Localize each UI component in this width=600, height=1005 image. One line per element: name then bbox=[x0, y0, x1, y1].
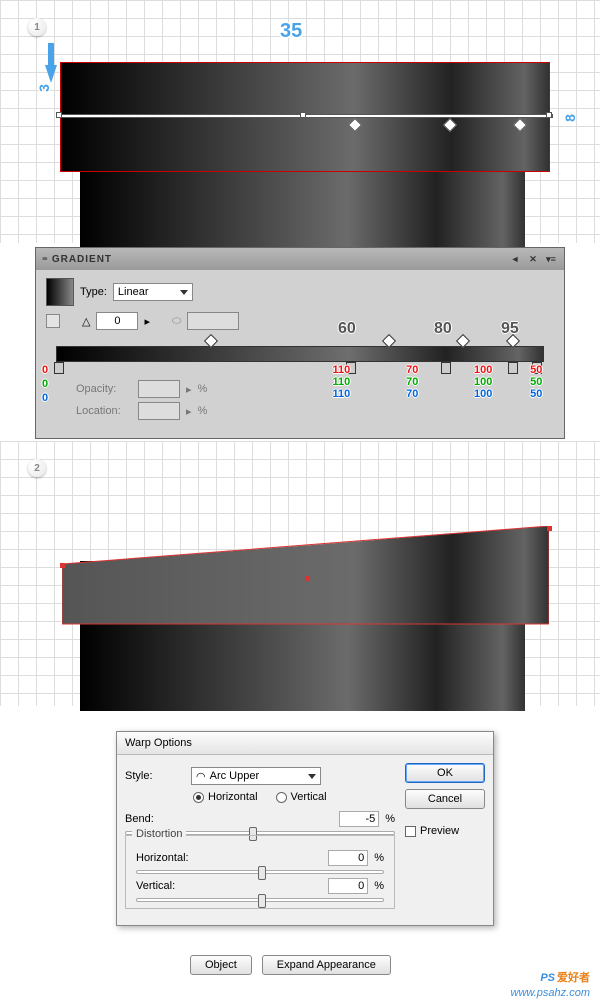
opacity-input bbox=[138, 380, 180, 398]
reverse-icon[interactable] bbox=[46, 314, 60, 328]
bend-input[interactable]: -5 bbox=[339, 811, 379, 827]
type-value: Linear bbox=[118, 286, 149, 298]
radio-icon bbox=[276, 792, 287, 803]
selection-handle[interactable] bbox=[547, 526, 552, 531]
dist-h-input[interactable]: 0 bbox=[328, 850, 368, 866]
style-label: Style: bbox=[125, 770, 185, 782]
preview-checkbox[interactable]: Preview bbox=[405, 825, 485, 837]
stop-position: 95 bbox=[501, 320, 519, 338]
aspect-icon: ⬭ bbox=[172, 315, 181, 328]
unit: % bbox=[374, 880, 384, 892]
aspect-input bbox=[187, 312, 239, 330]
angle-icon: △ bbox=[82, 315, 90, 328]
bend-label: Bend: bbox=[125, 813, 185, 825]
selection-handle[interactable] bbox=[60, 563, 65, 568]
cancel-button[interactable]: Cancel bbox=[405, 789, 485, 809]
dimension-right: 8 bbox=[562, 114, 578, 122]
dimension-height: 3 bbox=[36, 84, 52, 92]
close-icon[interactable]: ✕ bbox=[526, 252, 540, 266]
r-value: 110 bbox=[306, 364, 377, 376]
panel-header[interactable]: ▪▪ GRADIENT ◄ ✕ ▾≡ bbox=[36, 248, 564, 270]
brand-url: www.psahz.com bbox=[511, 987, 590, 999]
collapse-icon[interactable]: ◄ bbox=[508, 252, 522, 266]
type-dropdown[interactable]: Linear bbox=[113, 283, 193, 301]
b-value: 70 bbox=[377, 388, 448, 400]
preview-label: Preview bbox=[420, 825, 459, 837]
stop-position: 80 bbox=[434, 320, 452, 338]
style-dropdown[interactable]: ◠ Arc Upper bbox=[191, 767, 321, 785]
r-value: 50 bbox=[519, 364, 554, 376]
dist-v-label: Vertical: bbox=[136, 880, 196, 892]
anchor-point[interactable] bbox=[56, 112, 62, 118]
vertical-radio[interactable]: Vertical bbox=[276, 791, 327, 803]
cylinder-shape bbox=[80, 172, 525, 247]
b-value: 0 bbox=[42, 392, 48, 404]
watermark: PS爱好者 www.psahz.com bbox=[511, 964, 590, 999]
canvas-step-1: 1 35 3 8 bbox=[0, 0, 600, 245]
horizontal-radio[interactable]: Horizontal bbox=[193, 791, 258, 803]
dist-v-slider[interactable] bbox=[136, 898, 384, 902]
location-label: Location: bbox=[76, 405, 132, 417]
rgb-values-grid: 110 70 100 50 110 70 100 50 110 70 100 5… bbox=[306, 364, 554, 400]
unit: % bbox=[374, 852, 384, 864]
dist-h-slider[interactable] bbox=[136, 870, 384, 874]
distortion-group: Distortion bbox=[132, 828, 186, 840]
stop-position: 60 bbox=[338, 320, 356, 338]
dist-v-input[interactable]: 0 bbox=[328, 878, 368, 894]
radio-icon bbox=[193, 792, 204, 803]
b-value: 50 bbox=[519, 388, 554, 400]
center-point[interactable] bbox=[305, 576, 310, 581]
brand-b: 爱好者 bbox=[557, 972, 590, 984]
color-stop[interactable] bbox=[54, 362, 64, 374]
radio-label: Vertical bbox=[291, 791, 327, 803]
angle-input[interactable]: 0 bbox=[96, 312, 138, 330]
rgb-left: 0 0 0 bbox=[42, 364, 48, 404]
object-button[interactable]: Object bbox=[190, 955, 252, 975]
gradient-ramp[interactable] bbox=[56, 346, 544, 362]
expand-appearance-button[interactable]: Expand Appearance bbox=[262, 955, 391, 975]
location-input bbox=[138, 402, 180, 420]
stepper-icon[interactable]: ▸ bbox=[144, 315, 150, 328]
dialog-title[interactable]: Warp Options bbox=[117, 732, 493, 755]
unit: % bbox=[385, 813, 395, 825]
ok-button[interactable]: OK bbox=[405, 763, 485, 783]
r-value: 100 bbox=[448, 364, 519, 376]
opacity-label: Opacity: bbox=[76, 383, 132, 395]
gradient-swatch[interactable] bbox=[46, 278, 74, 306]
step-badge: 1 bbox=[28, 18, 46, 36]
unit: % bbox=[198, 405, 208, 417]
b-value: 110 bbox=[306, 388, 377, 400]
r-value: 0 bbox=[42, 364, 48, 376]
grip-icon: ▪▪ bbox=[42, 253, 46, 265]
g-value: 50 bbox=[519, 376, 554, 388]
footer-buttons: Object Expand Appearance bbox=[190, 955, 391, 975]
unit: % bbox=[198, 383, 208, 395]
g-value: 110 bbox=[306, 376, 377, 388]
g-value: 0 bbox=[42, 378, 48, 390]
warp-options-dialog: Warp Options Style: ◠ Arc Upper Horizont… bbox=[116, 731, 494, 926]
stepper-icon[interactable]: ▸ bbox=[186, 405, 192, 418]
type-label: Type: bbox=[80, 286, 107, 298]
dist-h-label: Horizontal: bbox=[136, 852, 196, 864]
arc-upper-icon: ◠ bbox=[196, 770, 206, 783]
arrow-down-icon bbox=[45, 65, 57, 83]
anchor-point[interactable] bbox=[546, 112, 552, 118]
stepper-icon[interactable]: ▸ bbox=[186, 383, 192, 396]
anchor-point[interactable] bbox=[300, 112, 306, 118]
g-value: 70 bbox=[377, 376, 448, 388]
radio-label: Horizontal bbox=[208, 791, 258, 803]
dimension-width: 35 bbox=[280, 20, 302, 43]
menu-icon[interactable]: ▾≡ bbox=[544, 252, 558, 266]
canvas-step-2: 2 bbox=[0, 441, 600, 706]
style-value: Arc Upper bbox=[210, 770, 260, 782]
checkbox-icon bbox=[405, 826, 416, 837]
warped-rectangle[interactable] bbox=[62, 526, 549, 636]
panel-title: GRADIENT bbox=[52, 254, 504, 265]
r-value: 70 bbox=[377, 364, 448, 376]
b-value: 100 bbox=[448, 388, 519, 400]
gradient-panel: ▪▪ GRADIENT ◄ ✕ ▾≡ Type: Linear △ 0 ▸ ⬭ bbox=[35, 247, 565, 439]
brand-a: PS bbox=[540, 972, 555, 984]
g-value: 100 bbox=[448, 376, 519, 388]
step-badge: 2 bbox=[28, 459, 46, 477]
